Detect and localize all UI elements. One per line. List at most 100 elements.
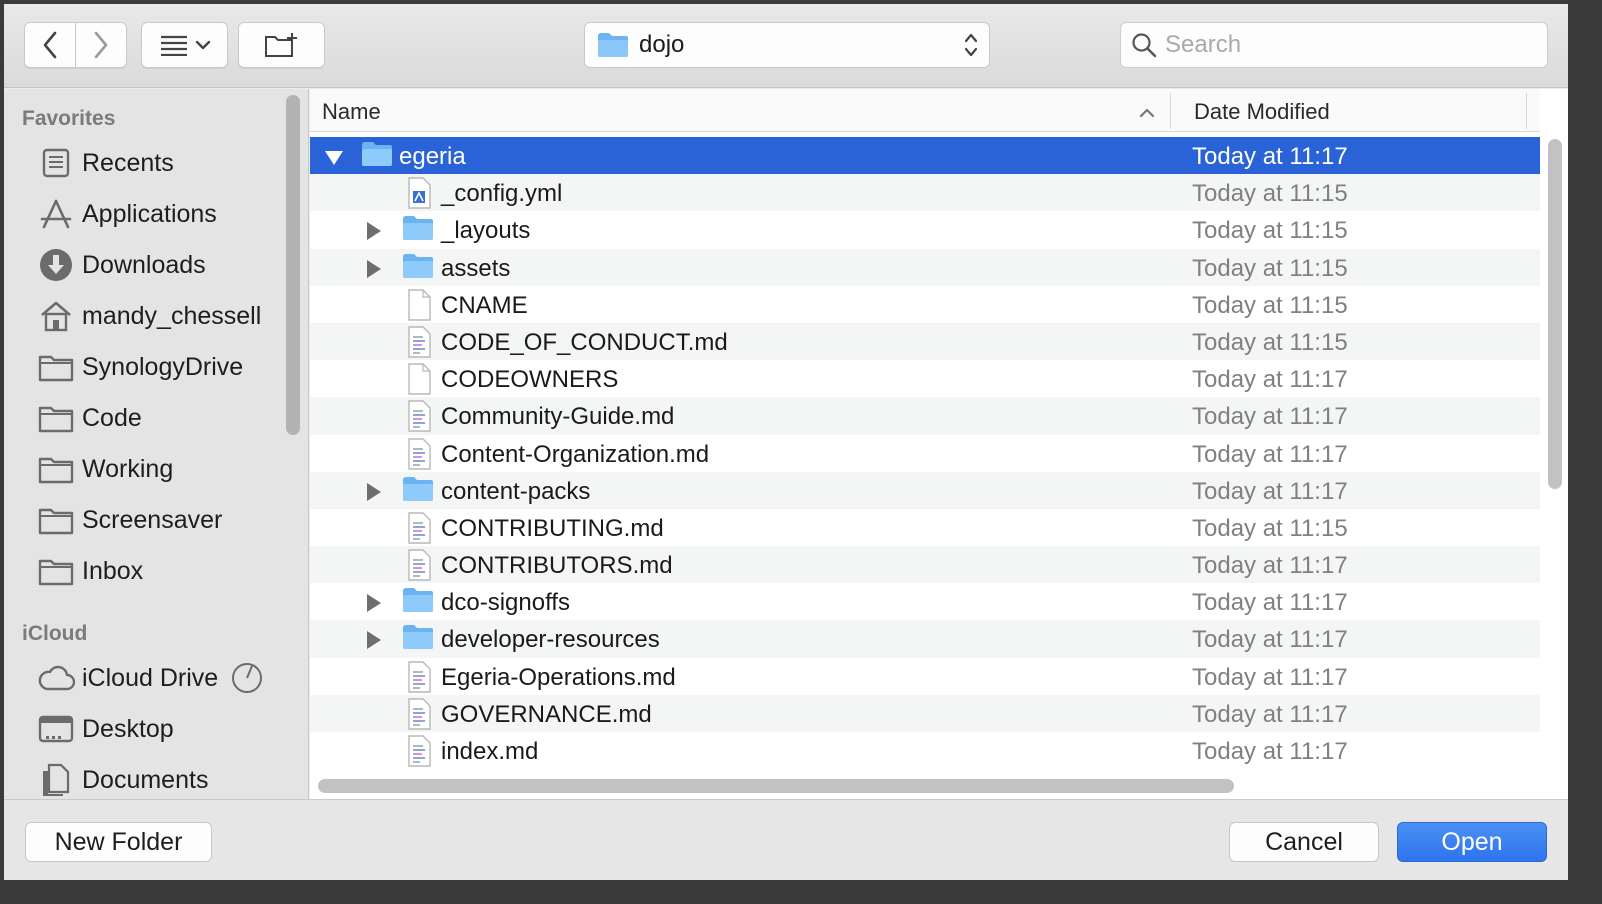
column-header-date-modified[interactable]: Date Modified — [1194, 99, 1330, 125]
search-field[interactable] — [1120, 22, 1548, 68]
file-date-modified: Today at 11:15 — [1192, 514, 1348, 542]
sidebar-item-documents[interactable]: Documents — [36, 757, 286, 799]
file-row[interactable]: _layouts Today at 11:15 — [310, 211, 1540, 248]
file-name: CONTRIBUTORS.md — [441, 552, 673, 580]
path-popup[interactable]: dojo — [584, 22, 990, 68]
open-file-dialog: dojo Favorites Recents App — [4, 4, 1568, 880]
file-row[interactable]: Content-Organization.md Today at 11:17 — [310, 435, 1540, 472]
file-row[interactable]: index.md Today at 11:17 — [310, 732, 1540, 769]
sidebar-item-inbox[interactable]: Inbox — [36, 548, 286, 594]
file-row[interactable]: CONTRIBUTING.md Today at 11:15 — [310, 509, 1540, 546]
file-date-modified: Today at 11:15 — [1192, 328, 1348, 356]
horizontal-scrollbar[interactable] — [318, 779, 1234, 793]
file-row[interactable]: CONTRIBUTORS.md Today at 11:17 — [310, 546, 1540, 584]
file-row[interactable]: content-packs Today at 11:17 — [310, 471, 1540, 509]
back-button[interactable] — [24, 22, 76, 68]
file-row[interactable]: assets Today at 11:15 — [310, 248, 1540, 286]
folder-icon — [402, 586, 434, 621]
folder-icon — [36, 553, 76, 589]
file-name: index.md — [441, 738, 539, 765]
file-name: CODEOWNERS — [441, 366, 619, 394]
sidebar-item-home[interactable]: mandy_chessell — [36, 293, 286, 339]
file-date-modified: Today at 11:17 — [1192, 552, 1348, 580]
file-name: Content-Organization.md — [441, 440, 710, 468]
text-file-icon — [406, 698, 432, 737]
sidebar-item-label: iCloud Drive — [82, 663, 219, 692]
blank-file-icon — [406, 289, 432, 328]
file-row[interactable]: Community-Guide.md Today at 11:17 — [310, 397, 1540, 435]
disclosure-collapsed-icon[interactable] — [365, 258, 383, 286]
text-file-icon — [406, 660, 432, 700]
file-row[interactable]: dco-signoffs Today at 11:17 — [310, 583, 1540, 620]
forward-button[interactable] — [75, 22, 127, 68]
text-file-icon — [406, 400, 432, 439]
sidebar-item-downloads[interactable]: Downloads — [36, 242, 286, 288]
sidebar-item-synologydrive[interactable]: SynologyDrive — [36, 344, 286, 390]
file-name: CODE_OF_CONDUCT.md — [441, 328, 728, 356]
file-date-modified: Today at 11:17 — [1192, 589, 1348, 617]
file-row[interactable]: GOVERNANCE.md Today at 11:17 — [310, 694, 1540, 732]
new-folder-icon — [264, 33, 297, 57]
view-options-button[interactable] — [141, 22, 228, 68]
file-date-modified: Today at 11:17 — [1192, 366, 1348, 394]
file-row[interactable]: egeria Today at 11:17 — [310, 137, 1540, 175]
disclosure-collapsed-icon[interactable] — [365, 629, 383, 657]
file-row[interactable]: _config.yml Today at 11:15 — [310, 174, 1540, 212]
file-date-modified: Today at 11:17 — [1192, 738, 1348, 765]
sidebar-item-label: Code — [82, 403, 142, 432]
sidebar-item-label: Inbox — [82, 556, 144, 585]
sidebar-item-label: Working — [82, 454, 174, 483]
file-row[interactable]: CODE_OF_CONDUCT.md Today at 11:15 — [310, 322, 1540, 361]
file-row[interactable]: developer-resources Today at 11:17 — [310, 620, 1540, 658]
file-date-modified: Today at 11:15 — [1192, 254, 1348, 282]
file-date-modified: Today at 11:17 — [1192, 663, 1348, 691]
column-header-name[interactable]: Name — [322, 99, 381, 125]
up-down-chevron-icon — [964, 33, 978, 57]
sidebar-item-code[interactable]: Code — [36, 395, 286, 441]
sidebar-item-icloud-drive[interactable]: iCloud Drive — [36, 655, 286, 701]
chevron-right-icon — [94, 31, 108, 59]
file-row[interactable]: CNAME Today at 11:15 — [310, 286, 1540, 323]
column-header: Name Date Modified — [310, 89, 1540, 132]
new-folder-button[interactable]: New Folder — [25, 822, 212, 862]
file-date-modified: Today at 11:17 — [1192, 440, 1348, 468]
column-divider[interactable] — [1170, 93, 1171, 129]
disclosure-expanded-icon[interactable] — [324, 146, 344, 174]
file-name: developer-resources — [441, 626, 660, 654]
sidebar-item-working[interactable]: Working — [36, 446, 286, 492]
file-row[interactable]: Egeria-Operations.md Today at 11:17 — [310, 658, 1540, 695]
vertical-scrollbar[interactable] — [1548, 139, 1562, 489]
sidebar-item-screensaver[interactable]: Screensaver — [36, 497, 286, 543]
sidebar-item-desktop[interactable]: Desktop — [36, 706, 286, 752]
sidebar-item-label: Screensaver — [82, 505, 223, 534]
folder-icon — [36, 349, 76, 385]
disclosure-collapsed-icon[interactable] — [365, 220, 383, 248]
sidebar-item-recents[interactable]: Recents — [36, 140, 286, 186]
documents-icon — [36, 762, 76, 798]
sidebar-item-applications[interactable]: Applications — [36, 191, 286, 237]
folder-icon — [598, 33, 628, 57]
search-input[interactable] — [1165, 31, 1535, 59]
cloud-icon — [36, 660, 76, 696]
file-date-modified: Today at 11:15 — [1192, 291, 1348, 319]
new-folder-toolbar-button[interactable] — [238, 22, 325, 68]
blank-file-icon — [406, 363, 432, 402]
sidebar-item-label: mandy_chessell — [82, 301, 262, 330]
cancel-button[interactable]: Cancel — [1229, 822, 1379, 862]
disclosure-collapsed-icon[interactable] — [365, 592, 383, 620]
sidebar-scrollbar[interactable] — [286, 95, 300, 435]
file-date-modified: Today at 11:17 — [1192, 626, 1348, 654]
folder-icon — [361, 140, 393, 175]
sidebar-section-icloud: iCloud — [22, 622, 88, 645]
open-button[interactable]: Open — [1397, 822, 1547, 862]
sidebar-item-label: Recents — [82, 148, 174, 177]
sync-status-icon — [232, 663, 263, 693]
sidebar-item-label: Downloads — [82, 250, 206, 279]
column-divider[interactable] — [1526, 93, 1527, 129]
sidebar-section-favorites: Favorites — [22, 107, 116, 130]
file-row[interactable]: CODEOWNERS Today at 11:17 — [310, 360, 1540, 397]
file-date-modified: Today at 11:17 — [1192, 477, 1348, 505]
search-icon — [1132, 33, 1157, 58]
disclosure-collapsed-icon[interactable] — [365, 481, 383, 509]
file-name: Community-Guide.md — [441, 403, 675, 431]
